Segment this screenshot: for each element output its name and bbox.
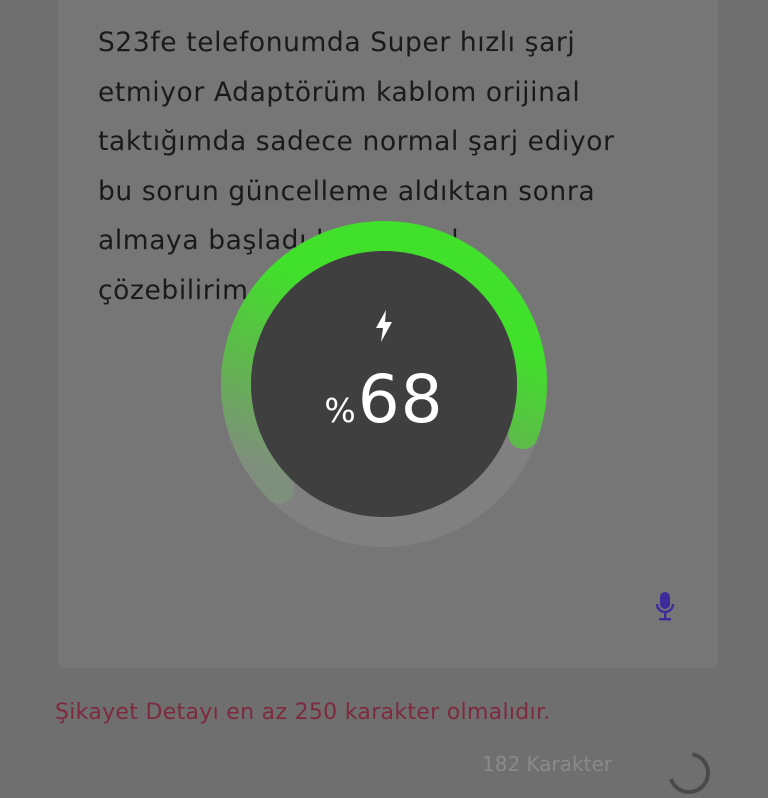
validation-error: Şikayet Detayı en az 250 karakter olmalı… — [55, 700, 551, 725]
battery-percentage: % 68 — [324, 361, 443, 438]
progress-spinner — [668, 752, 710, 794]
percent-value: 68 — [357, 360, 444, 438]
charging-bolt-icon — [376, 309, 392, 342]
character-counter: 182 Karakter — [482, 752, 612, 776]
microphone-icon[interactable] — [654, 590, 676, 622]
charging-indicator: % 68 — [219, 219, 549, 549]
percent-sign: % — [324, 390, 356, 430]
